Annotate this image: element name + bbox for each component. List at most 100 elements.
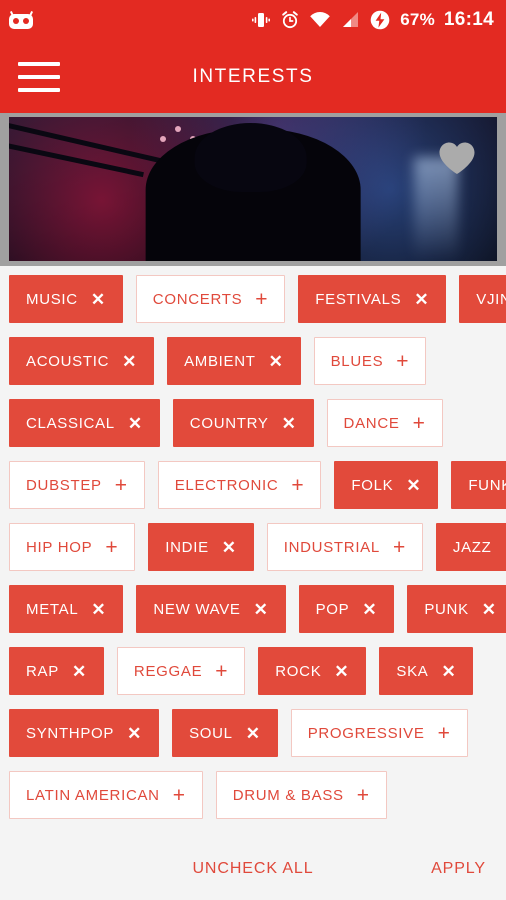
remove-icon: ✕ <box>334 661 350 681</box>
chip-label: PROGRESSIVE <box>307 724 425 742</box>
interest-chip-festivals[interactable]: FESTIVALS ✕ <box>298 275 447 323</box>
page-title: INTERESTS <box>192 65 314 87</box>
add-icon: + <box>392 535 406 559</box>
apply-button[interactable]: APPLY <box>431 860 486 878</box>
interest-chip-rock[interactable]: ROCK ✕ <box>258 647 367 695</box>
remove-icon: ✕ <box>122 351 138 371</box>
app-bar: INTERESTS <box>0 40 506 113</box>
interest-chip-vjing[interactable]: VJING✕ <box>459 275 506 323</box>
heart-icon[interactable] <box>438 141 476 175</box>
interest-chip-soul[interactable]: SOUL ✕ <box>172 709 278 757</box>
chip-row: SYNTHPOP ✕ SOUL ✕ PROGRESSIVE + <box>9 709 497 757</box>
chip-label: FESTIVALS <box>315 290 402 308</box>
remove-icon: ✕ <box>253 599 269 619</box>
chip-label: ELECTRONIC <box>174 476 279 494</box>
add-icon: + <box>412 411 426 435</box>
uncheck-all-button[interactable]: UNCHECK ALL <box>192 860 313 878</box>
chip-row: HIP HOP + INDIE ✕ INDUSTRIAL + JAZZ✕ <box>9 523 506 571</box>
interest-chip-country[interactable]: COUNTRY ✕ <box>172 399 314 447</box>
interest-chip-ambient[interactable]: AMBIENT ✕ <box>167 337 301 385</box>
status-clock: 16:14 <box>443 9 494 30</box>
interest-chip-blues[interactable]: BLUES + <box>313 337 427 385</box>
hero-image-frame <box>0 113 506 266</box>
chip-label: INDIE <box>165 538 209 556</box>
chip-label: SKA <box>396 662 429 680</box>
chip-label: RAP <box>26 662 59 680</box>
interest-chip-dubstep[interactable]: DUBSTEP + <box>9 461 145 509</box>
interest-chip-dance[interactable]: DANCE + <box>326 399 443 447</box>
chip-label: HIP HOP <box>26 538 93 556</box>
interest-chip-progressive[interactable]: PROGRESSIVE + <box>290 709 468 757</box>
remove-icon: ✕ <box>441 661 457 681</box>
interest-chip-indie[interactable]: INDIE ✕ <box>148 523 254 571</box>
chip-label: DUBSTEP <box>26 476 102 494</box>
chip-label: FUNK <box>468 476 506 494</box>
remove-icon: ✕ <box>281 413 297 433</box>
chip-row: RAP ✕ REGGAE + ROCK ✕ SKA ✕ <box>9 647 497 695</box>
chip-row: DUBSTEP + ELECTRONIC + FOLK ✕ FUNK✕ <box>9 461 506 509</box>
hamburger-menu-icon[interactable] <box>18 61 60 92</box>
chip-row: CLASSICAL ✕ COUNTRY ✕ DANCE + <box>9 399 497 447</box>
interest-chip-jazz[interactable]: JAZZ✕ <box>435 523 506 571</box>
battery-percent: 67% <box>400 10 435 29</box>
chip-label: ROCK <box>275 662 322 680</box>
chip-label: SOUL <box>189 724 233 742</box>
interest-chip-metal[interactable]: METAL ✕ <box>9 585 124 633</box>
remove-icon: ✕ <box>245 723 261 743</box>
interest-chip-synthpop[interactable]: SYNTHPOP ✕ <box>9 709 160 757</box>
vibrate-icon <box>252 13 271 27</box>
remove-icon: ✕ <box>91 599 107 619</box>
add-icon: + <box>437 721 451 745</box>
chip-row: METAL ✕ NEW WAVE ✕ POP ✕ PUNK ✕ <box>9 585 506 633</box>
remove-icon: ✕ <box>71 661 87 681</box>
interest-chip-industrial[interactable]: INDUSTRIAL + <box>266 523 423 571</box>
remove-icon: ✕ <box>406 475 422 495</box>
wifi-icon <box>310 11 331 27</box>
interest-chip-pop[interactable]: POP ✕ <box>298 585 395 633</box>
interests-chip-grid: MUSIC✕CONCERTS+FESTIVALS✕VJING✕ACOUSTIC✕… <box>0 266 506 819</box>
interest-chip-rap[interactable]: RAP ✕ <box>9 647 104 695</box>
interest-chip-music[interactable]: MUSIC ✕ <box>9 275 123 323</box>
add-icon: + <box>172 783 186 807</box>
chip-label: LATIN AMERICAN <box>26 786 160 804</box>
remove-icon: ✕ <box>90 289 106 309</box>
interest-chip-electronic[interactable]: ELECTRONIC + <box>157 461 322 509</box>
add-icon: + <box>356 783 370 807</box>
add-icon: + <box>105 535 119 559</box>
chip-label: AMBIENT <box>184 352 256 370</box>
status-bar: 67% 16:14 <box>0 0 506 40</box>
remove-icon: ✕ <box>481 599 497 619</box>
battery-charging-icon <box>370 10 390 30</box>
interest-chip-latin-american[interactable]: LATIN AMERICAN + <box>9 771 203 819</box>
interest-chip-concerts[interactable]: CONCERTS + <box>135 275 286 323</box>
chip-label: MUSIC <box>26 290 78 308</box>
interest-chip-hip-hop[interactable]: HIP HOP + <box>9 523 136 571</box>
remove-icon: ✕ <box>268 351 284 371</box>
chip-label: CONCERTS <box>152 290 243 308</box>
interest-chip-funk[interactable]: FUNK✕ <box>451 461 506 509</box>
interest-chip-punk[interactable]: PUNK ✕ <box>407 585 506 633</box>
chip-label: METAL <box>26 600 79 618</box>
cyanogenmod-logo-icon <box>8 10 34 30</box>
remove-icon: ✕ <box>127 413 143 433</box>
chip-label: REGGAE <box>133 662 203 680</box>
interest-chip-classical[interactable]: CLASSICAL ✕ <box>9 399 160 447</box>
interest-chip-folk[interactable]: FOLK ✕ <box>334 461 439 509</box>
interest-chip-ska[interactable]: SKA ✕ <box>379 647 474 695</box>
add-icon: + <box>291 473 305 497</box>
interest-chip-new-wave[interactable]: NEW WAVE ✕ <box>136 585 286 633</box>
app-screen: 67% 16:14 INTERESTS MUSIC ✕ CONCERTS + F… <box>0 0 506 900</box>
interest-chip-acoustic[interactable]: ACOUSTIC ✕ <box>9 337 155 385</box>
chip-label: VJING <box>476 290 506 308</box>
alarm-icon <box>282 11 299 29</box>
footer-actions: UNCHECK ALL APPLY <box>0 838 506 900</box>
chip-label: ACOUSTIC <box>26 352 110 370</box>
chip-label: NEW WAVE <box>153 600 241 618</box>
remove-icon: ✕ <box>362 599 378 619</box>
interest-chip-drum-bass[interactable]: DRUM & BASS + <box>215 771 387 819</box>
chip-label: INDUSTRIAL <box>283 538 380 556</box>
chip-row: LATIN AMERICAN + DRUM & BASS + <box>9 771 497 819</box>
chip-label: COUNTRY <box>189 414 269 432</box>
chip-row: ACOUSTIC ✕ AMBIENT ✕ BLUES + <box>9 337 497 385</box>
interest-chip-reggae[interactable]: REGGAE + <box>116 647 246 695</box>
